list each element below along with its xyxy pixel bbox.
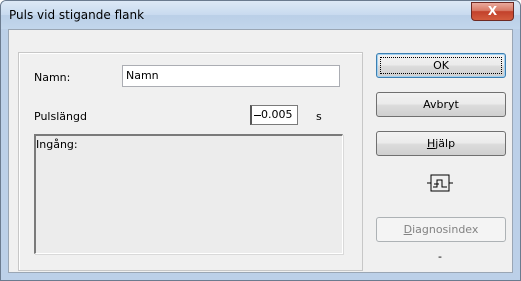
- ok-button[interactable]: OK: [376, 53, 506, 78]
- dialog-body: Namn: Namn Pulslängd 0.005 s Ingång: OK …: [8, 29, 513, 273]
- diagnosis-index-button: Diagnosindex: [376, 217, 506, 242]
- name-input[interactable]: Namn: [122, 65, 340, 87]
- window-title: Puls vid stigande flank: [9, 8, 145, 22]
- pulse-edge-icon: [427, 174, 453, 192]
- diagnosis-value: -: [438, 250, 442, 263]
- name-label: Namn:: [34, 71, 71, 84]
- pulse-length-label: Pulslängd: [34, 110, 87, 123]
- help-button-label: jälp: [435, 137, 456, 150]
- dialog-window: Puls vid stigande flank X Namn: Namn Pul…: [0, 0, 521, 281]
- pulse-length-value: 0.005: [261, 108, 293, 121]
- input-area[interactable]: Ingång:: [34, 134, 343, 254]
- pulse-length-input[interactable]: 0.005: [250, 105, 298, 125]
- diag-mnemonic: D: [403, 223, 413, 236]
- pulse-unit: s: [316, 110, 322, 123]
- input-label: Ingång:: [36, 138, 78, 151]
- cancel-button[interactable]: Avbryt: [376, 92, 506, 117]
- ok-button-label: OK: [433, 59, 449, 72]
- diagnosis-index-label: iagnosindex: [412, 223, 479, 236]
- cancel-button-label: Avbryt: [423, 98, 459, 111]
- name-input-value: Namn: [126, 69, 159, 82]
- help-mnemonic: H: [426, 137, 436, 150]
- text-caret: [254, 115, 261, 116]
- close-icon: X: [487, 4, 498, 18]
- title-bar: Puls vid stigande flank X: [1, 1, 520, 29]
- close-button[interactable]: X: [471, 2, 514, 21]
- help-button[interactable]: Hjälp: [376, 131, 506, 156]
